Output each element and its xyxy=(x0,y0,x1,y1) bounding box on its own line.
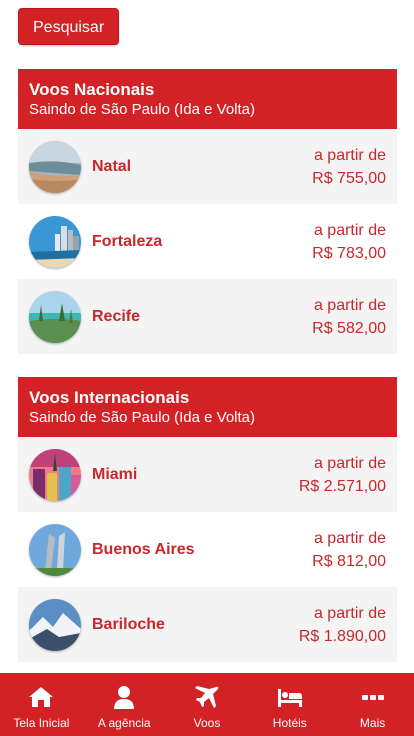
destination-row-recife[interactable]: Recife a partir de R$ 582,00 xyxy=(18,279,397,354)
bed-icon xyxy=(277,689,302,707)
nav-label: Tela Inicial xyxy=(13,716,70,730)
destination-city: Fortaleza xyxy=(92,232,163,250)
destination-city: Miami xyxy=(92,465,138,483)
destination-row-bariloche[interactable]: Bariloche a partir de R$ 1.890,00 xyxy=(18,587,397,662)
price-prefix: a partir de xyxy=(313,296,386,314)
destination-photo xyxy=(29,448,81,501)
top-bar: Pesquisar xyxy=(18,8,120,45)
more-icon xyxy=(361,695,384,700)
nav-label: A agência xyxy=(97,716,151,730)
search-button[interactable]: Pesquisar xyxy=(18,8,120,45)
destination-photo xyxy=(29,290,81,343)
nav-more[interactable]: Mais xyxy=(331,673,414,736)
user-icon xyxy=(114,686,135,709)
section-domestic-flights: Voos Nacionais Saindo de São Paulo (Ida … xyxy=(18,69,397,354)
nav-agency[interactable]: A agência xyxy=(83,673,166,736)
section-title: Voos Nacionais xyxy=(29,80,155,99)
price-prefix: a partir de xyxy=(313,604,386,622)
price-box: a partir de R$ 812,00 xyxy=(312,527,386,573)
section-header: Voos Internacionais Saindo de São Paulo … xyxy=(18,377,397,437)
nav-label: Hotéis xyxy=(272,716,307,730)
destination-city: Bariloche xyxy=(92,615,165,633)
destination-photo xyxy=(29,215,81,268)
section-international-flights: Voos Internacionais Saindo de São Paulo … xyxy=(18,377,397,662)
destination-row-fortaleza[interactable]: Fortaleza a partir de R$ 783,00 xyxy=(18,204,397,279)
destination-row-natal[interactable]: Natal a partir de R$ 755,00 xyxy=(18,129,397,204)
price-prefix: a partir de xyxy=(313,454,386,472)
destination-photo xyxy=(29,523,81,576)
nav-flights[interactable]: Voos xyxy=(166,673,249,736)
nav-label: Mais xyxy=(359,716,386,730)
nav-home[interactable]: Tela Inicial xyxy=(0,673,83,736)
plane-icon xyxy=(194,686,219,708)
price-prefix: a partir de xyxy=(313,221,386,239)
destination-photo xyxy=(29,598,81,651)
destination-row-buenos-aires[interactable]: Buenos Aires a partir de R$ 812,00 xyxy=(18,512,397,587)
section-subtitle: Saindo de São Paulo (Ida e Volta) xyxy=(29,101,255,118)
price-box: a partir de R$ 1.890,00 xyxy=(299,602,386,648)
destination-city: Recife xyxy=(92,307,141,325)
price-value: R$ 1.890,00 xyxy=(298,627,386,645)
home-icon xyxy=(29,687,54,707)
nav-label: Voos xyxy=(193,716,221,730)
price-value: R$ 812,00 xyxy=(312,552,386,570)
section-title: Voos Internacionais xyxy=(29,388,190,407)
nav-hotels[interactable]: Hotéis xyxy=(248,673,331,736)
section-header: Voos Nacionais Saindo de São Paulo (Ida … xyxy=(18,69,397,129)
price-box: a partir de R$ 582,00 xyxy=(312,294,386,340)
price-value: R$ 755,00 xyxy=(312,169,386,187)
destination-row-miami[interactable]: Miami a partir de R$ 2.571,00 xyxy=(18,437,397,512)
price-box: a partir de R$ 783,00 xyxy=(312,219,386,265)
price-prefix: a partir de xyxy=(313,529,386,547)
price-value: R$ 582,00 xyxy=(312,319,386,337)
price-box: a partir de R$ 2.571,00 xyxy=(299,452,386,498)
destination-photo xyxy=(29,140,81,193)
price-value: R$ 2.571,00 xyxy=(298,477,386,495)
section-subtitle: Saindo de São Paulo (Ida e Volta) xyxy=(29,409,255,426)
price-value: R$ 783,00 xyxy=(312,244,386,262)
bottom-navigation: Tela Inicial A agência Voos Hotéis Mais xyxy=(0,673,414,736)
destination-city: Buenos Aires xyxy=(92,540,195,558)
price-prefix: a partir de xyxy=(313,146,386,164)
price-box: a partir de R$ 755,00 xyxy=(312,144,386,190)
destination-city: Natal xyxy=(92,157,132,175)
